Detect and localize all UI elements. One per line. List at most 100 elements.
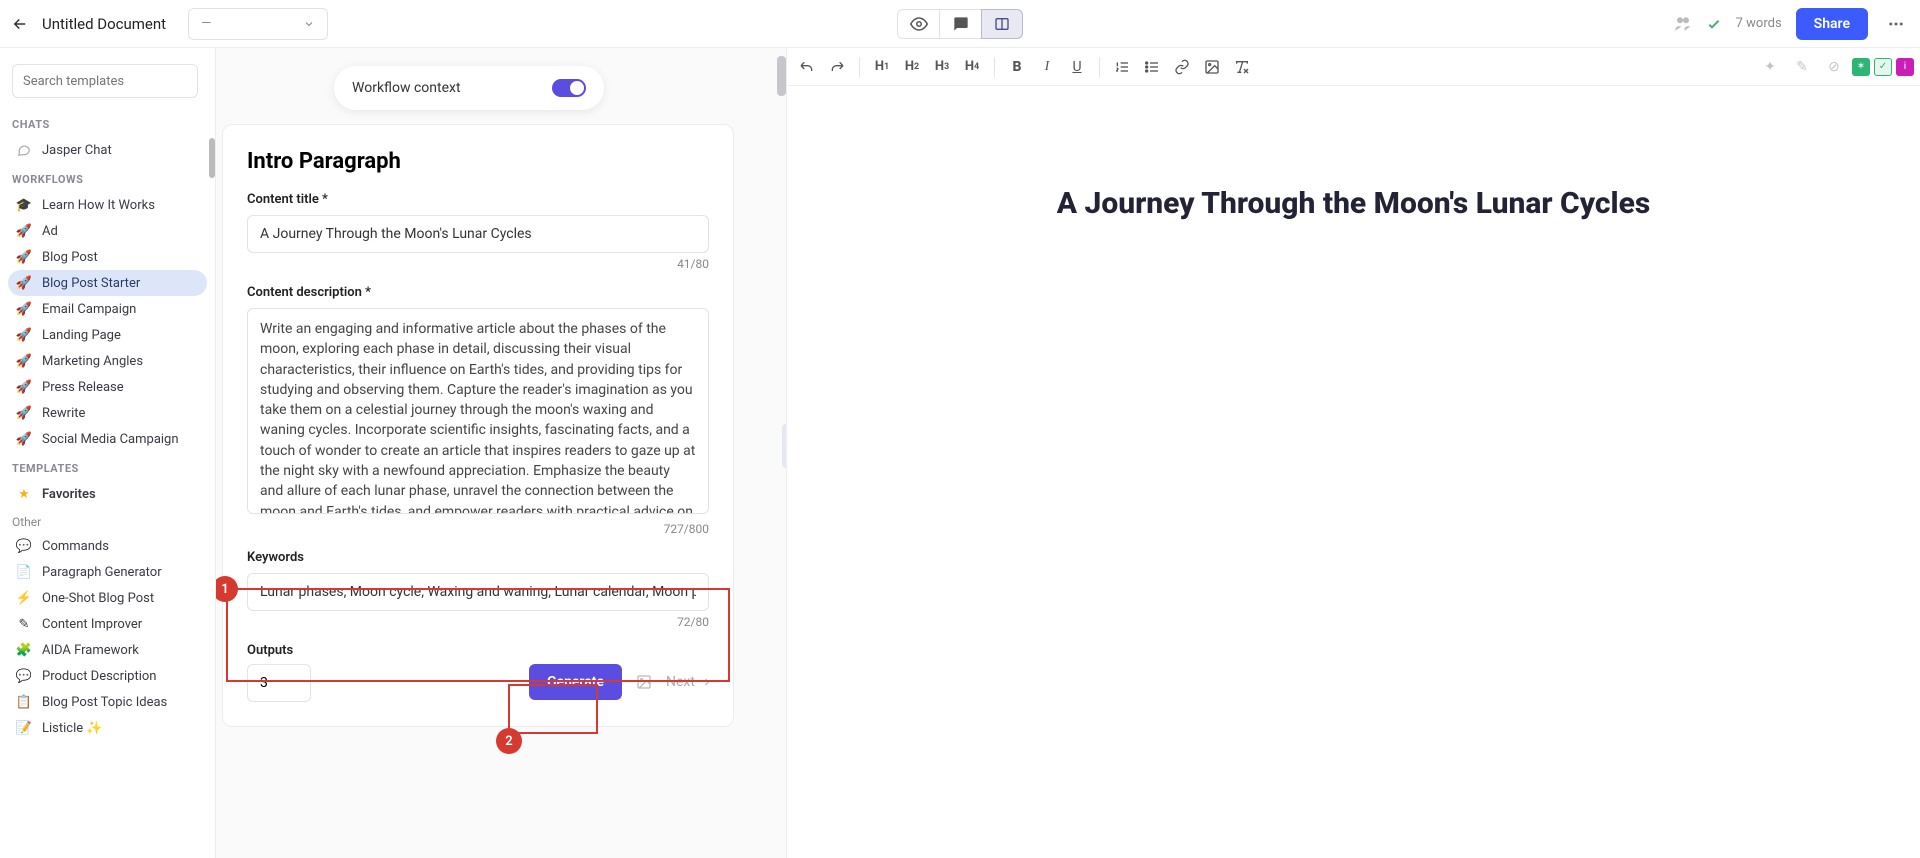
underline-button[interactable]: U <box>1063 53 1091 81</box>
rocket-icon: 🚀 <box>16 431 32 447</box>
sidebar-item-aida[interactable]: 🧩 AIDA Framework <box>8 637 207 663</box>
content-title-counter: 41/80 <box>247 257 709 271</box>
ai-tool-3-button[interactable]: ⊘ <box>1820 53 1848 81</box>
sidebar-item-one-shot-blog[interactable]: ⚡ One-Shot Blog Post <box>8 585 207 611</box>
ordered-list-button[interactable] <box>1108 53 1136 81</box>
rocket-icon: 🚀 <box>16 353 32 369</box>
next-button[interactable]: Next <box>666 674 713 690</box>
section-other: Other <box>8 507 207 533</box>
collaborators-icon[interactable] <box>1674 15 1692 33</box>
redo-button[interactable] <box>823 53 851 81</box>
ai-tool-1-button[interactable]: ✦ <box>1756 53 1784 81</box>
status-chip-outline[interactable]: ✓ <box>1874 58 1892 76</box>
content-description-textarea[interactable] <box>247 308 709 514</box>
search-templates-input[interactable] <box>12 64 198 98</box>
sidebar-item-landing-page[interactable]: 🚀 Landing Page <box>8 322 207 348</box>
italic-button[interactable]: I <box>1033 53 1061 81</box>
editor-body[interactable]: A Journey Through the Moon's Lunar Cycle… <box>787 86 1920 321</box>
rocket-icon: 🚀 <box>16 327 32 343</box>
bold-button[interactable]: B <box>1003 53 1031 81</box>
document-type-dropdown[interactable]: — <box>188 8 328 40</box>
content-description-label: Content description * <box>247 285 709 300</box>
sidebar-item-commands[interactable]: 💬Commands <box>8 533 207 559</box>
graduation-cap-icon: 🎓 <box>16 197 32 213</box>
rocket-icon: 🚀 <box>16 301 32 317</box>
sidebar-item-content-improver[interactable]: ✎Content Improver <box>8 611 207 637</box>
workflow-panel: Workflow context Intro Paragraph Content… <box>216 48 786 858</box>
outputs-input[interactable] <box>247 664 311 702</box>
sidebar-item-blog-topic-ideas[interactable]: 📋Blog Post Topic Ideas <box>8 689 207 715</box>
ai-tool-2-button[interactable]: ✎ <box>1788 53 1816 81</box>
saved-check-icon <box>1706 16 1722 32</box>
link-button[interactable] <box>1168 53 1196 81</box>
tag-icon: 💬 <box>16 668 32 684</box>
outputs-label: Outputs <box>247 643 709 658</box>
command-icon: 💬 <box>16 538 32 554</box>
rocket-icon: 🚀 <box>16 379 32 395</box>
heading4-button[interactable]: H4 <box>958 53 986 81</box>
workflow-context-toggle-pill: Workflow context <box>334 66 604 110</box>
annotation-badge-2: 2 <box>496 728 522 754</box>
sidebar-item-press-release[interactable]: 🚀 Press Release <box>8 374 207 400</box>
image-output-icon[interactable] <box>636 674 652 690</box>
sidebar-item-label: Press Release <box>42 380 124 395</box>
chat-mode-button[interactable] <box>939 9 981 39</box>
sidebar-item-label: Learn How It Works <box>42 198 155 213</box>
sidebar-item-label: Favorites <box>42 487 96 502</box>
view-mode-switcher <box>897 9 1023 39</box>
document-heading[interactable]: A Journey Through the Moon's Lunar Cycle… <box>837 186 1870 221</box>
sidebar-item-label: Ad <box>42 224 58 239</box>
heading2-button[interactable]: H2 <box>898 53 926 81</box>
status-chip-green[interactable]: ✶ <box>1852 58 1870 76</box>
image-button[interactable] <box>1198 53 1226 81</box>
content-title-input[interactable] <box>247 215 709 253</box>
section-chats: CHATS <box>8 108 207 137</box>
sidebar-item-label: One-Shot Blog Post <box>42 591 154 606</box>
workflow-context-toggle[interactable] <box>552 79 586 97</box>
sidebar-item-blog-post-starter[interactable]: 🚀Blog Post Starter <box>8 270 207 296</box>
sidebar-item-ad[interactable]: 🚀Ad <box>8 218 207 244</box>
sidebar-item-label: Social Media Campaign <box>42 432 179 447</box>
split-mode-button[interactable] <box>981 9 1023 39</box>
sidebar-item-email-campaign[interactable]: 🚀 Email Campaign <box>8 296 207 322</box>
sidebar-item-rewrite[interactable]: 🚀Rewrite <box>8 400 207 426</box>
keywords-counter: 72/80 <box>247 615 709 629</box>
more-menu-button[interactable] <box>1882 10 1910 38</box>
generate-button[interactable]: Generate <box>529 664 622 700</box>
editor-panel: H1 H2 H3 H4 B I U ✦ ✎ ⊘ ✶ ✓ i A Jour <box>786 48 1920 858</box>
dots-icon <box>1887 15 1905 33</box>
sidebar-item-label: Email Campaign <box>42 302 136 317</box>
chevron-down-icon <box>303 18 315 30</box>
sidebar-scrollbar[interactable] <box>207 48 215 858</box>
heading3-button[interactable]: H3 <box>928 53 956 81</box>
clear-formatting-button[interactable] <box>1228 53 1256 81</box>
sidebar-item-marketing-angles[interactable]: 🚀Marketing Angles <box>8 348 207 374</box>
share-button[interactable]: Share <box>1796 8 1868 40</box>
paragraph-icon: 📄 <box>16 564 32 580</box>
workflow-scrollbar-thumb[interactable] <box>777 56 786 96</box>
sidebar-item-paragraph-generator[interactable]: 📄Paragraph Generator <box>8 559 207 585</box>
sidebar-item-blog-post[interactable]: 🚀Blog Post <box>8 244 207 270</box>
document-title[interactable]: Untitled Document <box>42 15 166 33</box>
split-view-icon <box>994 16 1010 32</box>
keywords-input[interactable] <box>247 573 709 611</box>
heading1-button[interactable]: H1 <box>868 53 896 81</box>
sidebar-item-label: Landing Page <box>42 328 121 343</box>
aida-icon: 🧩 <box>16 642 32 658</box>
status-chip-pink[interactable]: i <box>1896 58 1914 76</box>
sidebar-item-product-description[interactable]: 💬Product Description <box>8 663 207 689</box>
bolt-icon: ⚡ <box>16 590 32 606</box>
unordered-list-button[interactable] <box>1138 53 1166 81</box>
sidebar-item-favorites[interactable]: ★Favorites <box>8 481 207 507</box>
preview-mode-button[interactable] <box>897 9 939 39</box>
sidebar-item-label: AIDA Framework <box>42 643 139 658</box>
back-button[interactable] <box>10 14 30 34</box>
sidebar-item-listicle[interactable]: 📝Listicle ✨ <box>8 715 207 741</box>
sidebar-item-learn[interactable]: 🎓 Learn How It Works <box>8 192 207 218</box>
sidebar: CHATS Jasper Chat WORKFLOWS 🎓Learn How I… <box>0 48 216 858</box>
card-title: Intro Paragraph <box>247 149 709 174</box>
sidebar-item-jasper-chat[interactable]: Jasper Chat <box>8 137 207 163</box>
sidebar-item-social-media[interactable]: 🚀 Social Media Campaign <box>8 426 207 452</box>
undo-button[interactable] <box>793 53 821 81</box>
content-title-label: Content title * <box>247 192 709 207</box>
